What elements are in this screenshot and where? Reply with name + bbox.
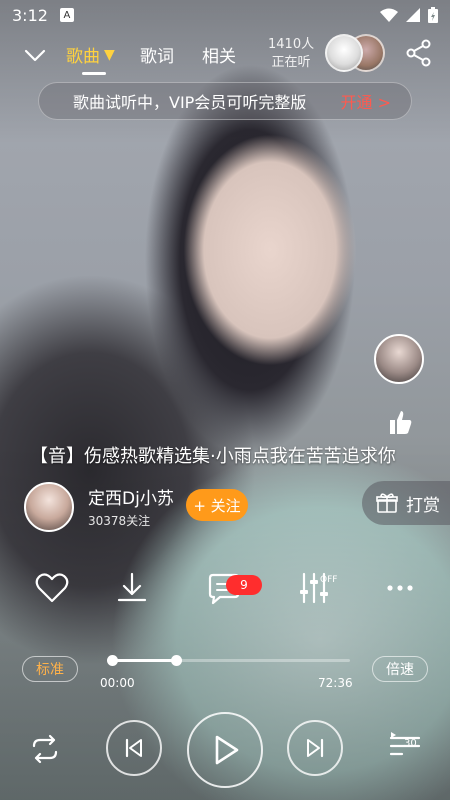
caret-down-icon: ▼ bbox=[104, 46, 115, 63]
comment-count-badge: 9 bbox=[226, 575, 262, 595]
tab-song-label: 歌曲 bbox=[66, 47, 100, 67]
next-icon bbox=[307, 738, 324, 758]
status-icons bbox=[380, 7, 438, 23]
quality-button[interactable]: 标准 bbox=[22, 656, 78, 682]
progress-track[interactable] bbox=[112, 659, 350, 662]
listeners-label: 正在听 bbox=[271, 55, 311, 70]
speed-button[interactable]: 倍速 bbox=[372, 656, 428, 682]
vip-banner-text: 歌曲试听中，VIP会员可听完整版 bbox=[73, 93, 307, 112]
vip-open-button[interactable]: 开通 > bbox=[341, 89, 392, 113]
thumbs-up-icon[interactable] bbox=[386, 408, 414, 436]
chevron-down-icon[interactable] bbox=[22, 42, 48, 68]
equalizer-status: OFF bbox=[320, 575, 338, 585]
gift-icon bbox=[376, 493, 398, 513]
total-time: 72:36 bbox=[318, 676, 353, 690]
artist-avatar[interactable] bbox=[24, 482, 74, 532]
notification-a-icon: A bbox=[59, 8, 74, 22]
tab-active-indicator bbox=[82, 72, 106, 75]
repeat-icon[interactable] bbox=[28, 734, 62, 764]
vip-banner[interactable]: 歌曲试听中，VIP会员可听完整版 开通 > bbox=[38, 82, 412, 120]
tab-song[interactable]: 歌曲 ▼ bbox=[66, 42, 115, 68]
status-bar: 3:12 A bbox=[0, 0, 450, 30]
play-button[interactable] bbox=[187, 712, 263, 788]
listeners-count: 1410人 bbox=[268, 37, 315, 52]
tab-related[interactable]: 相关 bbox=[202, 42, 236, 67]
follow-button[interactable]: + 关注 bbox=[186, 489, 248, 521]
download-icon[interactable] bbox=[114, 570, 150, 606]
top-navigation: 歌曲 ▼ 歌词 相关 1410人 正在听 bbox=[0, 34, 450, 78]
share-icon[interactable] bbox=[404, 38, 434, 68]
signal-icon bbox=[406, 8, 420, 22]
current-time: 00:00 bbox=[100, 676, 135, 690]
previous-icon bbox=[125, 738, 142, 758]
tip-button[interactable]: 打赏 bbox=[362, 481, 450, 525]
listener-avatars[interactable] bbox=[325, 34, 387, 74]
progress-handle[interactable] bbox=[170, 655, 182, 666]
progress-fill bbox=[112, 659, 177, 662]
playlist-count: 30 bbox=[404, 738, 417, 749]
action-bar: 9 OFF bbox=[0, 570, 450, 614]
playback-controls bbox=[0, 712, 450, 788]
heart-icon[interactable] bbox=[34, 570, 70, 606]
previous-button[interactable] bbox=[106, 720, 162, 776]
avatar bbox=[325, 34, 363, 72]
song-title: 【音】伤感热歌精选集·小雨点我在苦苦追求你 bbox=[30, 446, 396, 467]
battery-icon bbox=[428, 7, 438, 23]
play-icon bbox=[215, 735, 239, 765]
listeners-info[interactable]: 1410人 正在听 bbox=[268, 36, 314, 72]
avatar[interactable] bbox=[374, 334, 424, 384]
artist-follow-count: 30378关注 bbox=[88, 514, 151, 528]
wifi-icon bbox=[380, 8, 398, 22]
more-icon[interactable] bbox=[382, 570, 418, 606]
next-button[interactable] bbox=[287, 720, 343, 776]
status-time: 3:12 bbox=[12, 5, 48, 25]
tip-label: 打赏 bbox=[406, 495, 440, 516]
progress-start-marker bbox=[107, 655, 118, 666]
artist-name[interactable]: 定西Dj小苏 bbox=[88, 484, 174, 509]
tab-lyrics[interactable]: 歌词 bbox=[140, 42, 174, 67]
